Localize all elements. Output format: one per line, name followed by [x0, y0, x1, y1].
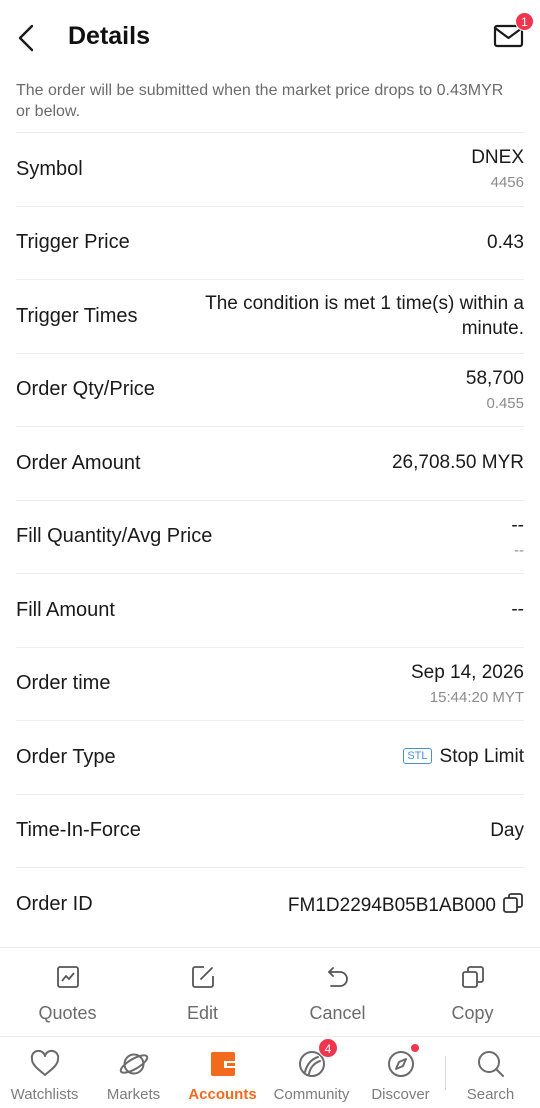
heart-icon	[30, 1049, 59, 1076]
row-label: Fill Quantity/Avg Price	[16, 525, 213, 548]
compass-icon	[387, 1051, 414, 1077]
fill-qty-value: --	[511, 514, 524, 536]
tab-label: Watchlists	[10, 1086, 79, 1103]
action-label: Quotes	[38, 1003, 97, 1023]
row-fill-amount: Fill Amount --	[16, 573, 524, 647]
quotes-button[interactable]: Quotes	[0, 948, 135, 1036]
header: Details 1	[0, 0, 540, 76]
row-label: Fill Amount	[16, 598, 115, 621]
row-value: 58,700 0.455	[466, 368, 524, 412]
undo-icon	[327, 967, 348, 987]
cancel-button[interactable]: Cancel	[270, 948, 405, 1036]
row-label: Order time	[16, 672, 111, 695]
tab-search[interactable]: Search	[446, 1038, 535, 1108]
tab-watchlists[interactable]: Watchlists	[0, 1038, 89, 1108]
copy-button[interactable]: Copy	[405, 948, 540, 1036]
detail-list: Symbol DNEX 4456 Trigger Price 0.43 Trig…	[16, 132, 524, 941]
row-order-time: Order time Sep 14, 2026 15:44:20 MYT	[16, 646, 524, 721]
order-notice: The order will be submitted when the mar…	[16, 82, 504, 120]
time-in-force-value: Day	[490, 819, 524, 841]
copy-icon	[461, 966, 484, 988]
order-price-value: 0.455	[486, 394, 524, 412]
edit-icon	[191, 966, 214, 988]
row-value: DNEX 4456	[471, 147, 524, 191]
row-symbol: Symbol DNEX 4456	[16, 132, 524, 206]
tab-accounts[interactable]: Accounts	[178, 1038, 267, 1108]
tab-label: Search	[466, 1086, 515, 1103]
trigger-price-value: 0.43	[487, 231, 524, 253]
row-label: Order Qty/Price	[16, 378, 155, 401]
symbol-value: DNEX	[471, 147, 524, 169]
copy-id-icon[interactable]	[502, 892, 524, 914]
tab-discover[interactable]: Discover	[356, 1038, 445, 1108]
row-label: Time-In-Force	[16, 819, 141, 842]
edit-button[interactable]: Edit	[135, 948, 270, 1036]
planet-icon	[119, 1053, 148, 1075]
wallet-icon	[210, 1052, 235, 1076]
tab-label: Community	[273, 1086, 350, 1103]
trigger-times-value: The condition is met 1 time(s) within a …	[205, 293, 524, 340]
row-label: Order Type	[16, 745, 116, 768]
order-qty-value: 58,700	[465, 367, 524, 389]
row-order-amount: Order Amount 26,708.50 MYR	[16, 426, 524, 500]
tab-label: Markets	[106, 1086, 161, 1103]
row-order-type: Order Type STL Stop Limit	[16, 720, 524, 794]
row-label: Order Amount	[16, 451, 141, 474]
search-icon	[477, 1051, 504, 1077]
row-trigger-price: Trigger Price 0.43	[16, 205, 524, 280]
order-amount-value: 26,708.50 MYR	[391, 452, 524, 474]
action-label: Edit	[186, 1003, 219, 1023]
order-time-value: 15:44:20 MYT	[429, 688, 524, 706]
tab-community[interactable]: 4 Community	[267, 1038, 356, 1108]
discover-dot	[411, 1044, 419, 1052]
row-value: -- --	[511, 515, 524, 559]
tab-markets[interactable]: Markets	[89, 1038, 178, 1108]
tab-label: Accounts	[188, 1086, 257, 1103]
bottom-tab-bar: Watchlists Markets Accounts 4 Community …	[0, 1038, 540, 1108]
back-icon[interactable]	[12, 20, 44, 56]
row-label: Order ID	[16, 892, 93, 915]
order-id-value: FM1D2294B05B1AB000	[287, 894, 496, 916]
row-order-id: Order ID FM1D2294B05B1AB000	[16, 867, 524, 941]
tab-label: Discover	[371, 1086, 430, 1103]
page-title: Details	[68, 22, 150, 50]
action-label: Cancel	[309, 1003, 366, 1023]
row-label: Trigger Price	[16, 231, 130, 254]
fill-avg-price-value: --	[514, 541, 524, 559]
row-fill-qty-price: Fill Quantity/Avg Price -- --	[16, 499, 524, 574]
chart-icon	[56, 966, 79, 988]
row-value: Sep 14, 2026 15:44:20 MYT	[411, 662, 524, 706]
row-value: FM1D2294B05B1AB000	[288, 892, 524, 917]
action-bar: Quotes Edit Cancel Copy	[0, 947, 540, 1037]
row-trigger-times: Trigger Times The condition is met 1 tim…	[16, 279, 524, 353]
row-label: Trigger Times	[16, 304, 138, 327]
row-label: Symbol	[16, 157, 83, 180]
order-type-tag: STL	[403, 748, 432, 765]
fill-amount-value: --	[511, 599, 524, 621]
mail-badge: 1	[515, 12, 534, 31]
order-date-value: Sep 14, 2026	[410, 661, 524, 683]
symbol-code: 4456	[490, 174, 524, 192]
order-type-value: Stop Limit	[439, 746, 524, 768]
row-time-in-force: Time-In-Force Day	[16, 793, 524, 868]
community-badge: 4	[318, 1038, 338, 1058]
row-value: STL Stop Limit	[403, 746, 524, 768]
action-label: Copy	[451, 1003, 494, 1023]
row-order-qty-price: Order Qty/Price 58,700 0.455	[16, 352, 524, 427]
